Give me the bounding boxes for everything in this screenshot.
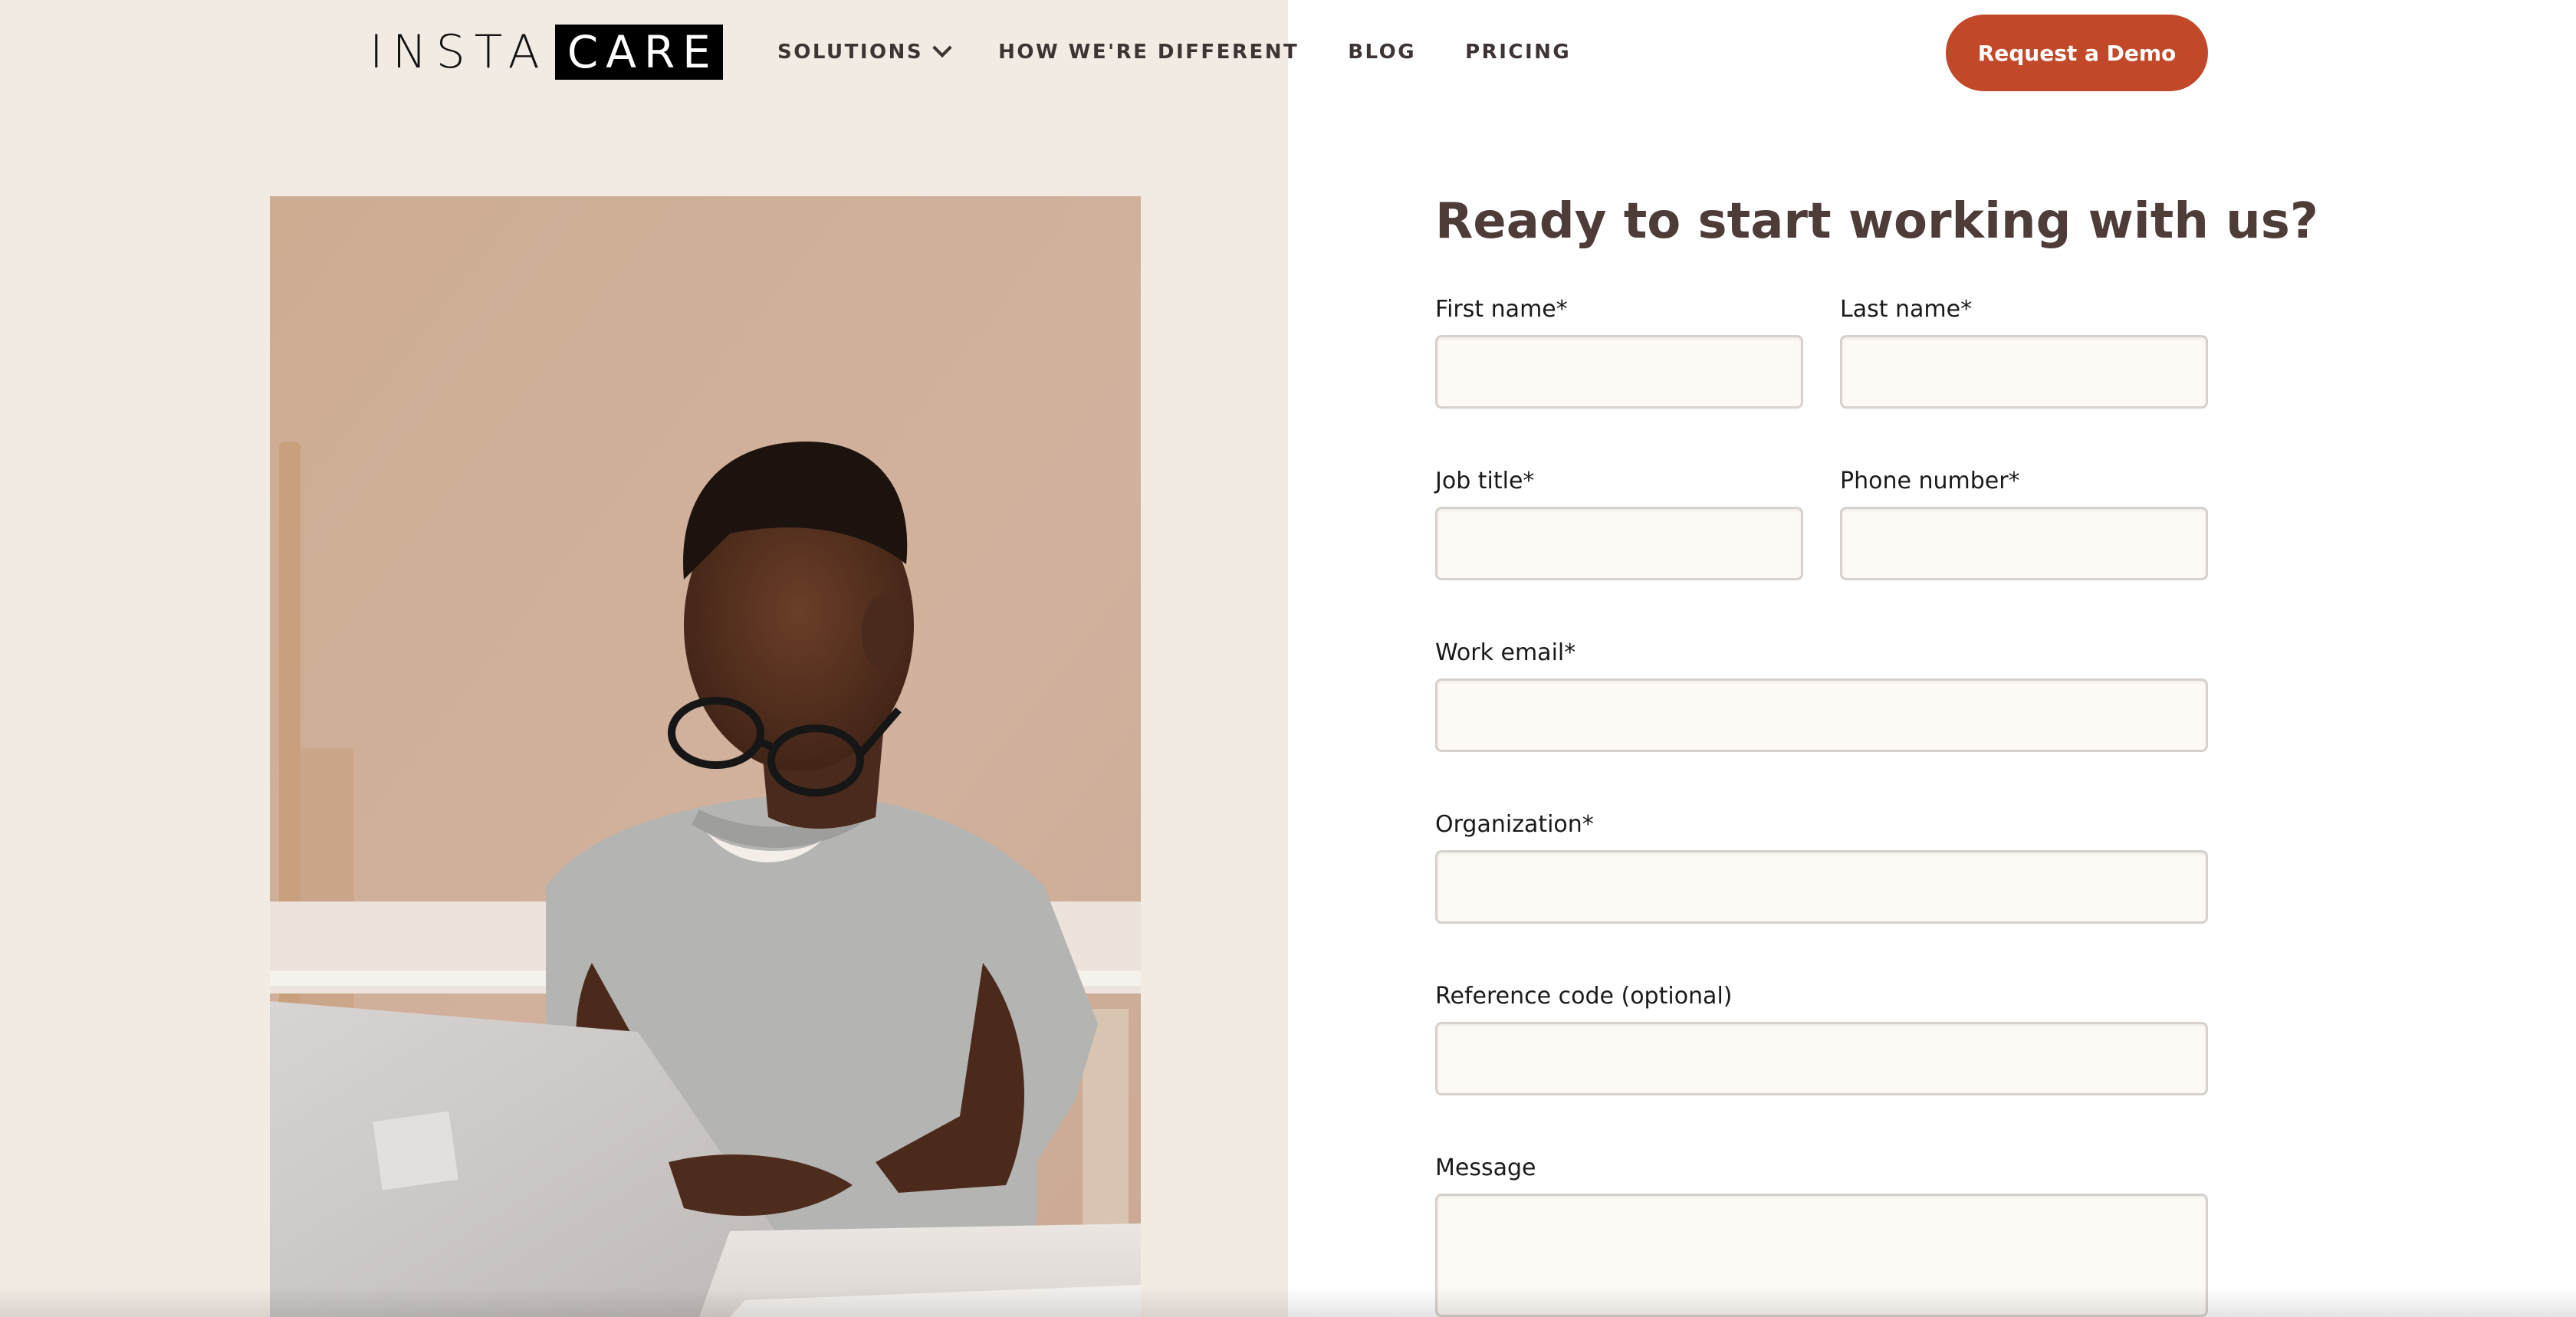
logo-text-insta: INSTA [370,25,549,79]
main-nav: SOLUTIONS HOW WE'RE DIFFERENT BLOG PRICI… [777,35,1571,69]
nav-item-how-were-different[interactable]: HOW WE'RE DIFFERENT [998,41,1299,64]
reference-code-input[interactable] [1435,1022,2208,1095]
last-name-input[interactable] [1840,335,2208,409]
instacare-logo[interactable]: INSTA CARE [370,25,723,80]
nav-item-pricing[interactable]: PRICING [1465,41,1571,64]
nav-item-solutions[interactable]: SOLUTIONS [777,38,952,64]
nav-item-label: HOW WE'RE DIFFERENT [998,41,1300,64]
form-title: Ready to start working with us? [1435,193,2318,250]
message-textarea[interactable] [1435,1194,2208,1317]
reference-code-label: Reference code (optional) [1435,983,1733,1010]
phone-number-label: Phone number* [1840,468,2020,494]
hero-photo [270,196,1141,1317]
nav-item-label: BLOG [1348,41,1417,64]
last-name-label: Last name* [1840,296,1973,323]
organization-input[interactable] [1435,850,2208,924]
work-email-label: Work email* [1435,639,1576,666]
chevron-down-icon [932,38,952,58]
request-demo-button[interactable]: Request a Demo [1946,15,2208,91]
phone-number-input[interactable] [1840,507,2208,580]
job-title-label: Job title* [1435,468,1535,494]
first-name-input[interactable] [1435,335,1803,409]
first-name-label: First name* [1435,296,1568,323]
person-using-laptop-photo [270,196,1141,1317]
job-title-input[interactable] [1435,507,1803,580]
nav-item-blog[interactable]: BLOG [1348,41,1416,64]
work-email-input[interactable] [1435,678,2208,752]
nav-item-label: SOLUTIONS [777,41,924,64]
nav-item-label: PRICING [1465,41,1572,64]
organization-label: Organization* [1435,811,1594,838]
logo-text-care: CARE [554,25,723,80]
message-label: Message [1435,1154,1536,1181]
